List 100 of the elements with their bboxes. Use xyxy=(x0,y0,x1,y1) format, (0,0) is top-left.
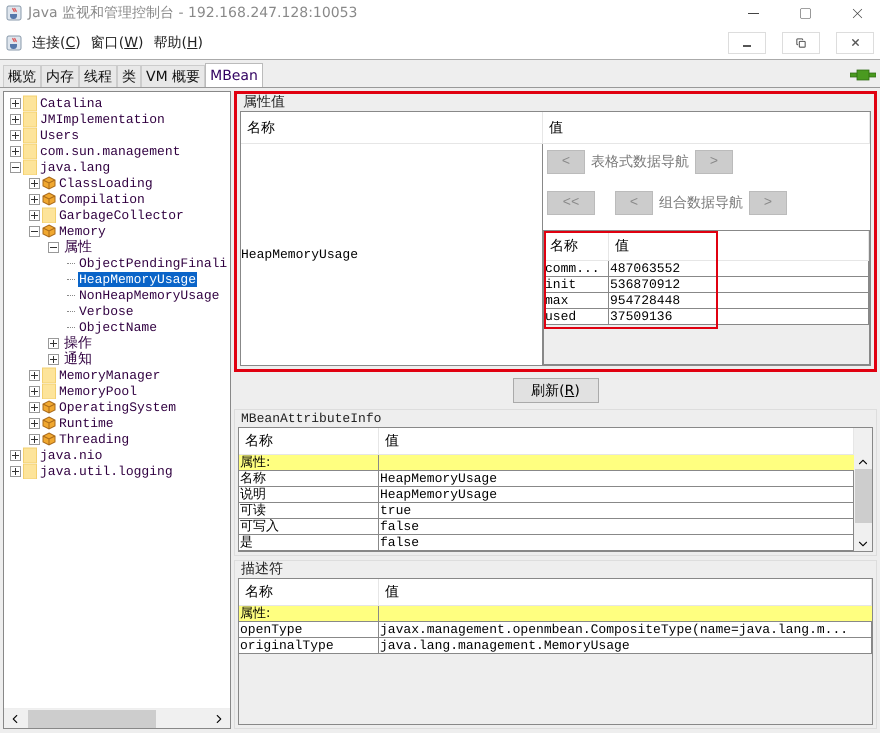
table-cell: originalType xyxy=(239,638,379,653)
table-cell: comm... xyxy=(544,261,609,276)
tree-item[interactable]: 通知 xyxy=(63,350,93,368)
folder-icon xyxy=(23,95,37,111)
expand-toggle[interactable] xyxy=(29,386,40,396)
tree-item[interactable]: com.sun.management xyxy=(39,144,182,158)
tree-item[interactable]: java.nio xyxy=(39,448,104,462)
table-cell: java.lang.management.MemoryUsage xyxy=(379,638,872,653)
expand-toggle[interactable] xyxy=(29,370,40,380)
expand-toggle[interactable] xyxy=(29,178,40,188)
nav-label: 组合数据导航 xyxy=(659,194,743,212)
plus-icon xyxy=(12,132,19,138)
attribute-name: HeapMemoryUsage xyxy=(241,247,358,262)
scrollbar-thumb[interactable] xyxy=(854,469,872,523)
tree-item[interactable]: Threading xyxy=(58,432,130,446)
expand-toggle[interactable] xyxy=(10,98,21,108)
window-title: Java 监视和管理控制台 - 192.168.247.128:10053 xyxy=(28,4,358,22)
scrollbar-thumb[interactable] xyxy=(28,710,156,728)
plus-icon xyxy=(31,404,38,410)
bean-icon xyxy=(42,192,56,206)
bean-icon xyxy=(42,416,56,430)
section-label: 属性: xyxy=(239,455,379,470)
refresh-button[interactable]: 刷新(R) xyxy=(512,378,598,403)
plus-icon xyxy=(12,116,19,122)
tree-item[interactable]: Users xyxy=(39,128,80,142)
folder-icon xyxy=(42,207,56,223)
tree-item[interactable]: Runtime xyxy=(58,416,115,430)
tab[interactable]: 内存 xyxy=(41,65,79,87)
tree-item[interactable]: NonHeapMemoryUsage xyxy=(78,288,220,302)
plus-icon xyxy=(31,180,38,186)
expand-toggle[interactable] xyxy=(10,162,21,172)
tree-item[interactable]: ObjectPendingFinali xyxy=(78,256,228,270)
tree-item[interactable]: GarbageCollector xyxy=(58,208,185,222)
tree-item[interactable]: java.lang xyxy=(39,160,112,174)
minimize-icon xyxy=(743,44,751,46)
group-title: 描述符 xyxy=(240,561,284,578)
table-cell: init xyxy=(544,277,609,292)
minimize-icon xyxy=(748,12,758,14)
expand-toggle[interactable] xyxy=(48,338,59,348)
tree-item[interactable]: java.util.logging xyxy=(39,464,174,478)
tree-item[interactable]: ClassLoading xyxy=(58,176,154,190)
plus-icon xyxy=(50,356,57,362)
restore-icon xyxy=(796,38,806,48)
menu-item[interactable]: 窗口(W) xyxy=(90,34,144,52)
folder-icon xyxy=(23,463,37,479)
expand-toggle[interactable] xyxy=(29,194,40,204)
tree-item[interactable]: HeapMemoryUsage xyxy=(78,272,198,286)
expand-toggle[interactable] xyxy=(10,450,21,460)
tab[interactable]: VM 概要 xyxy=(141,65,206,87)
restore-button[interactable] xyxy=(782,32,820,54)
menu-item[interactable]: 帮助(H) xyxy=(154,34,203,52)
table-cell: 37509136 xyxy=(609,309,869,324)
tree-item[interactable]: MemoryManager xyxy=(58,368,162,382)
tree-item[interactable]: Verbose xyxy=(78,304,135,318)
column-header: 值 xyxy=(543,112,870,144)
table-cell: 536870912 xyxy=(609,277,869,292)
tree-item[interactable]: OperatingSystem xyxy=(58,400,178,414)
table-cell: 954728448 xyxy=(609,293,869,308)
tree-item[interactable]: 操作 xyxy=(63,334,93,352)
tree-item[interactable]: 属性 xyxy=(63,238,93,256)
expand-toggle[interactable] xyxy=(10,146,21,156)
close-button[interactable] xyxy=(836,32,874,54)
tree-item[interactable]: ObjectName xyxy=(78,320,158,334)
java-cup-icon xyxy=(6,34,22,50)
tab[interactable]: 类 xyxy=(117,65,141,87)
expand-toggle[interactable] xyxy=(48,242,59,252)
expand-toggle[interactable] xyxy=(48,354,59,364)
plus-icon xyxy=(12,148,19,154)
plus-icon xyxy=(31,372,38,378)
folder-icon xyxy=(23,447,37,463)
tree-item[interactable]: Catalina xyxy=(39,96,104,110)
expand-toggle[interactable] xyxy=(10,466,21,476)
expand-toggle[interactable] xyxy=(29,210,40,220)
expand-toggle[interactable] xyxy=(10,114,21,124)
expand-toggle[interactable] xyxy=(29,226,40,236)
folder-icon xyxy=(42,383,56,399)
nav-label: 表格式数据导航 xyxy=(591,153,689,171)
folder-icon xyxy=(23,111,37,127)
tree-item[interactable]: Compilation xyxy=(58,192,146,206)
tab[interactable]: 概览 xyxy=(3,65,41,87)
group-title: MBeanAttributeInfo xyxy=(240,410,382,427)
expand-toggle[interactable] xyxy=(29,418,40,428)
tree-item[interactable]: Memory xyxy=(58,224,107,238)
plus-icon xyxy=(31,196,38,202)
tab[interactable]: MBean xyxy=(205,63,263,87)
plus-icon xyxy=(12,468,19,474)
expand-toggle[interactable] xyxy=(29,402,40,412)
table-cell: 名称 xyxy=(239,471,379,486)
expand-toggle[interactable] xyxy=(10,130,21,140)
menu-item[interactable]: 连接(C) xyxy=(32,34,81,52)
table-cell: 可写入 xyxy=(239,519,379,534)
tab[interactable]: 线程 xyxy=(79,65,117,87)
plus-icon xyxy=(12,100,19,106)
folder-icon xyxy=(42,367,56,383)
expand-toggle[interactable] xyxy=(29,434,40,444)
bean-icon xyxy=(42,176,56,190)
tree-item[interactable]: MemoryPool xyxy=(58,384,138,398)
tree-item[interactable]: JMImplementation xyxy=(39,112,166,126)
table-cell: 说明 xyxy=(239,487,379,502)
folder-icon xyxy=(23,159,37,175)
